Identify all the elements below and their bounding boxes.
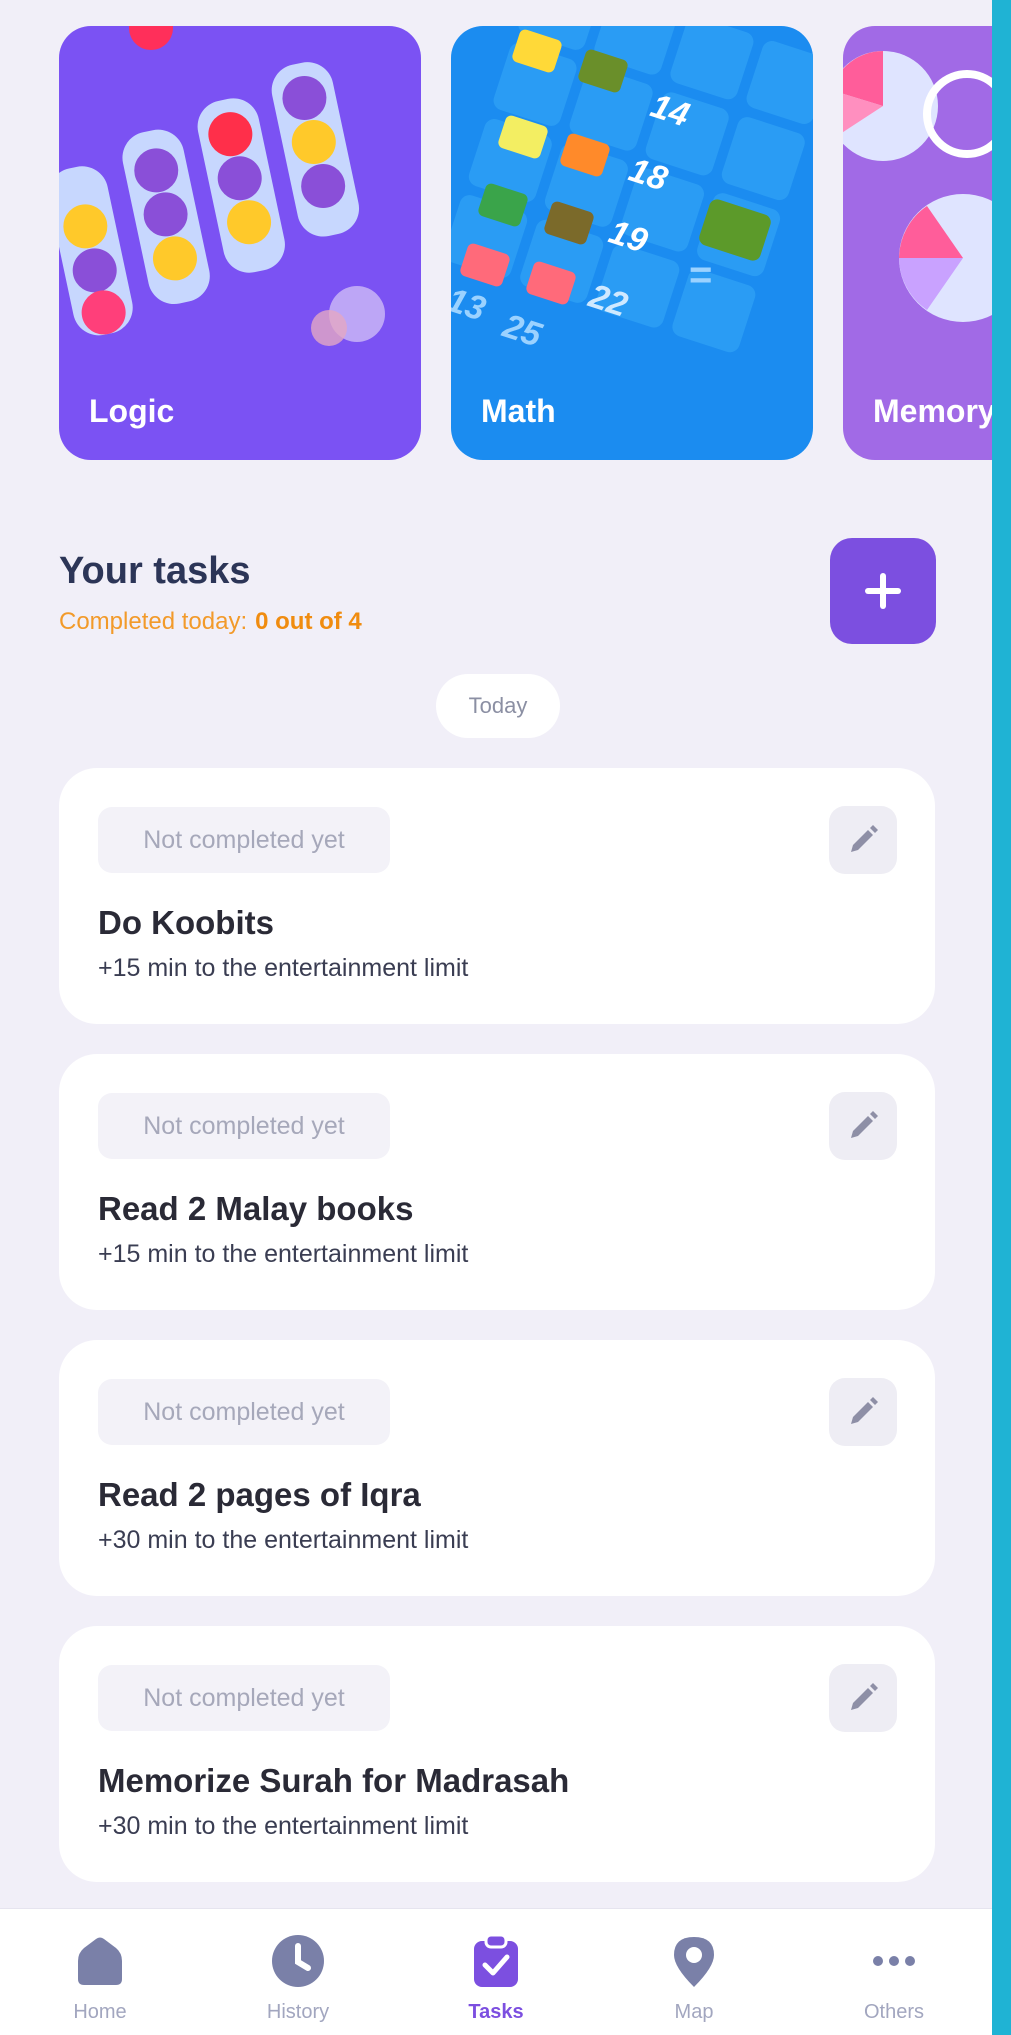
progress-value: 0 out of 4: [255, 608, 362, 635]
nav-history[interactable]: History: [218, 1909, 378, 2035]
task-title: Read 2 pages of Iqra: [98, 1476, 421, 1513]
nav-home[interactable]: Home: [20, 1909, 180, 2035]
task-status-badge: Not completed yet: [98, 1093, 390, 1159]
task-card[interactable]: Not completed yet Memorize Surah for Mad…: [59, 1626, 935, 1882]
math-number-6: 25: [497, 306, 547, 354]
map-pin-icon: [666, 1933, 722, 1989]
nav-map-label: Map: [674, 2001, 714, 2023]
nav-home-label: Home: [73, 2001, 127, 2023]
game-label-math: Math: [481, 393, 556, 429]
pencil-icon: [851, 1397, 878, 1424]
math-equals: =: [689, 253, 712, 297]
game-label-logic: Logic: [89, 393, 175, 429]
more-dots-icon: [866, 1933, 922, 1989]
nav-others[interactable]: Others: [814, 1909, 974, 2035]
nav-others-label: Others: [863, 2001, 925, 2023]
task-reward: +30 min to the entertainment limit: [98, 1526, 469, 1554]
edit-task-button[interactable]: [829, 1664, 897, 1732]
nav-tasks[interactable]: Tasks: [416, 1909, 576, 2035]
nav-map[interactable]: Map: [614, 1909, 774, 2035]
task-reward: +30 min to the entertainment limit: [98, 1812, 469, 1840]
task-status-badge: Not completed yet: [98, 807, 390, 873]
home-icon: [72, 1933, 128, 1989]
game-card-math[interactable]: 14 18 19 22 13 25 = Math: [451, 26, 813, 460]
tasks-progress: Completed today: 0 out of 4: [59, 608, 362, 636]
task-title: Memorize Surah for Madrasah: [98, 1762, 570, 1799]
progress-label: Completed today:: [59, 608, 248, 635]
game-card-memory[interactable]: Memory: [843, 26, 992, 460]
date-pill: Today: [436, 674, 560, 738]
pencil-icon: [851, 1683, 878, 1710]
task-status-badge: Not completed yet: [98, 1379, 390, 1445]
plus-icon: [865, 573, 901, 609]
tasks-section-title: Your tasks: [59, 550, 251, 592]
edit-task-button[interactable]: [829, 1092, 897, 1160]
bottom-nav: Home History Tasks Map Others: [0, 1908, 992, 2035]
add-task-button[interactable]: [830, 538, 936, 644]
task-title: Do Koobits: [98, 904, 274, 941]
math-number-5: 13: [451, 281, 490, 329]
edit-task-button[interactable]: [829, 806, 897, 874]
pencil-icon: [851, 825, 878, 852]
task-reward: +15 min to the entertainment limit: [98, 954, 469, 982]
game-label-memory: Memory: [873, 393, 992, 429]
clipboard-check-icon: [468, 1933, 524, 1989]
pencil-icon: [851, 1111, 878, 1138]
edit-task-button[interactable]: [829, 1378, 897, 1446]
app-screen: Logic 14 18 19 22 13 25 = Math Memory Yo…: [0, 0, 992, 2035]
task-card[interactable]: Not completed yet Read 2 pages of Iqra +…: [59, 1340, 935, 1596]
task-status-badge: Not completed yet: [98, 1665, 390, 1731]
task-card[interactable]: Not completed yet Do Koobits +15 min to …: [59, 768, 935, 1024]
clock-icon: [270, 1933, 326, 1989]
nav-tasks-label: Tasks: [468, 2001, 524, 2023]
game-card-logic[interactable]: Logic: [59, 26, 421, 460]
task-reward: +15 min to the entertainment limit: [98, 1240, 469, 1268]
task-card[interactable]: Not completed yet Read 2 Malay books +15…: [59, 1054, 935, 1310]
task-title: Read 2 Malay books: [98, 1190, 414, 1227]
nav-history-label: History: [266, 2001, 330, 2023]
